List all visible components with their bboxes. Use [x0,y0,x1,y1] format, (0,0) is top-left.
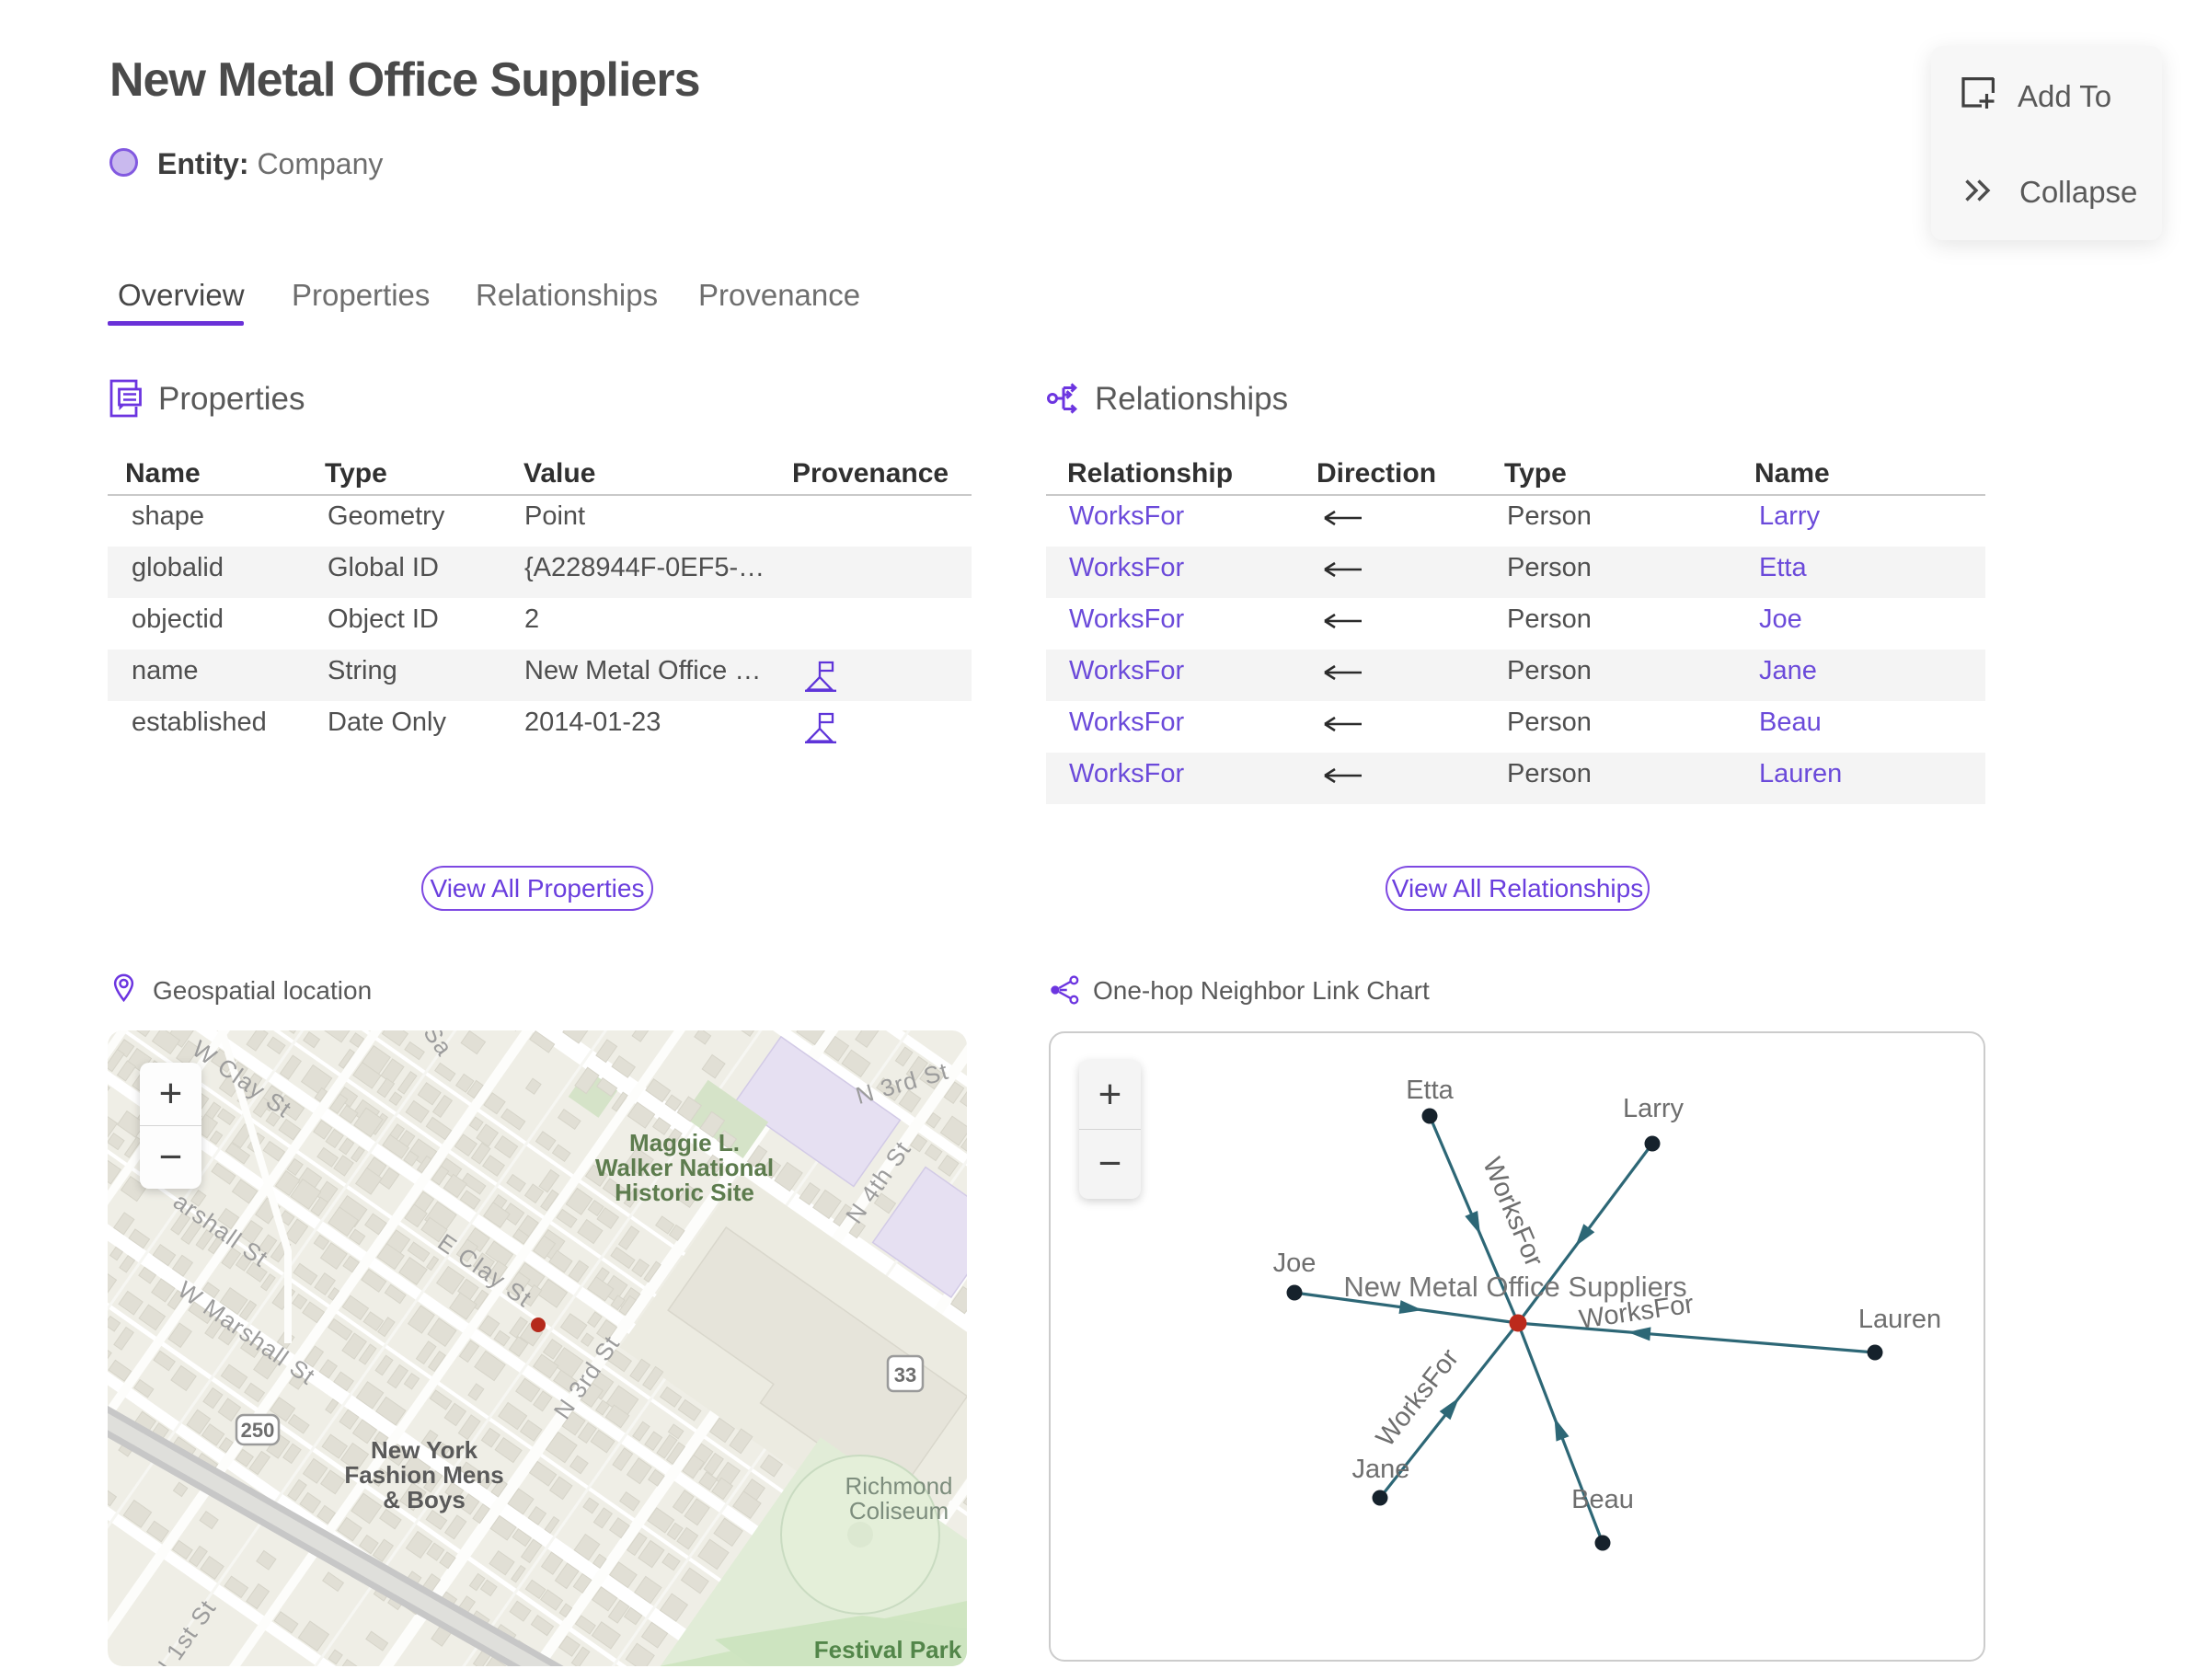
svg-text:Larry: Larry [1623,1094,1685,1123]
svg-text:Jane: Jane [1352,1455,1410,1484]
svg-text:Walker National: Walker National [595,1154,774,1181]
svg-text:Joe: Joe [1273,1248,1317,1278]
svg-text:Etta: Etta [1406,1076,1454,1105]
svg-text:New York: New York [371,1436,478,1464]
svg-text:33: 33 [894,1364,916,1387]
svg-text:Festival Park: Festival Park [814,1636,962,1663]
svg-text:Coliseum: Coliseum [849,1497,949,1525]
svg-text:Richmond: Richmond [845,1472,952,1500]
svg-text:Beau: Beau [1571,1485,1634,1514]
svg-text:250: 250 [241,1419,275,1442]
svg-text:Fashion Mens: Fashion Mens [344,1461,503,1489]
svg-text:Lauren: Lauren [1858,1305,1941,1334]
svg-text:Maggie L.: Maggie L. [629,1129,740,1156]
svg-text:Historic Site: Historic Site [615,1179,754,1206]
svg-text:& Boys: & Boys [383,1486,466,1513]
